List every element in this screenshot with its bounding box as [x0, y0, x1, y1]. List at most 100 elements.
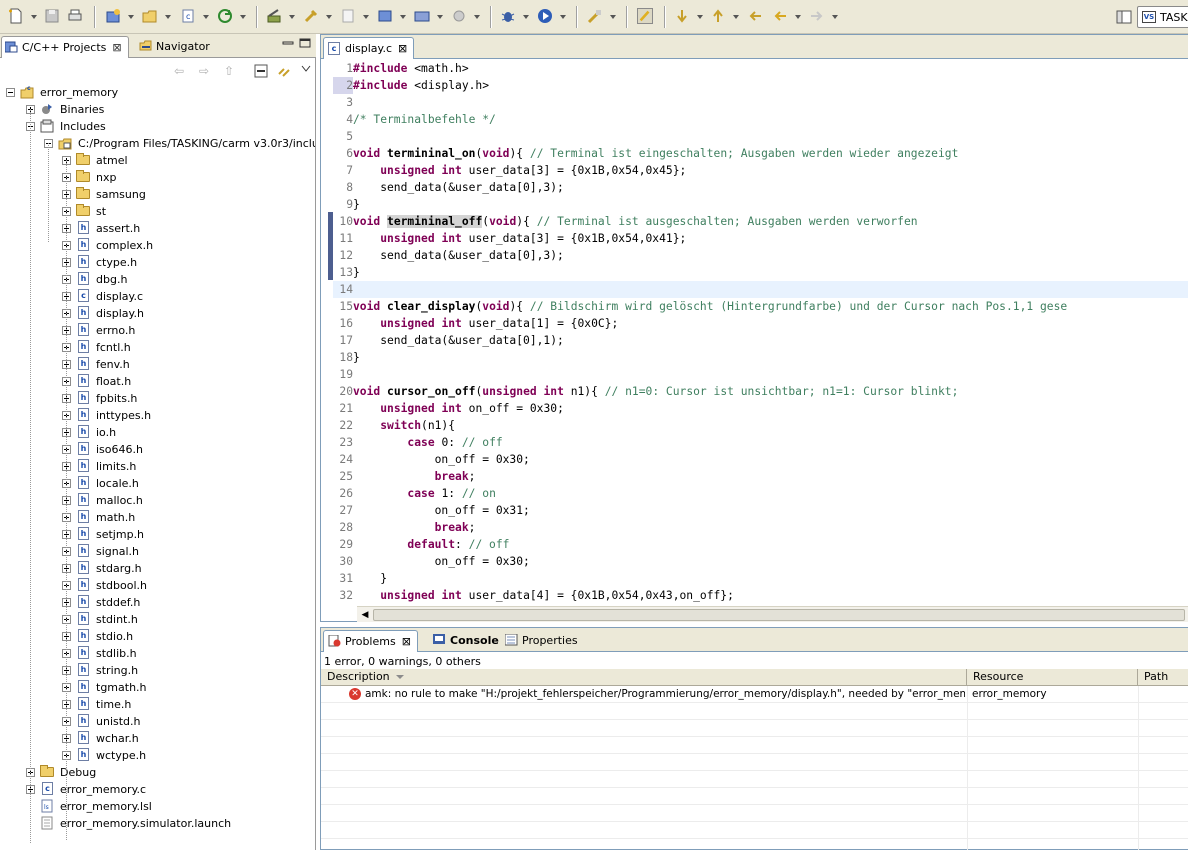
tree-item[interactable]: h stdio.h — [0, 628, 315, 645]
scroll-thumb[interactable] — [373, 609, 1185, 621]
tree-item[interactable]: c error_memory.c — [0, 781, 315, 798]
code-line[interactable]: 19 — [333, 366, 1188, 383]
tree-item[interactable]: Debug — [0, 764, 315, 781]
new-project-dropdown[interactable] — [128, 15, 134, 19]
tree-item[interactable]: h stdarg.h — [0, 560, 315, 577]
problem-row[interactable] — [321, 754, 1188, 771]
new-icon[interactable] — [8, 8, 24, 24]
new-dropdown-arrow[interactable] — [31, 15, 37, 19]
open-perspective-icon[interactable] — [1116, 9, 1132, 25]
view-menu-icon[interactable] — [299, 62, 313, 76]
tree-item[interactable]: c display.c — [0, 288, 315, 305]
close-tab-icon[interactable]: ⊠ — [112, 41, 121, 54]
code-line[interactable]: 30 on_off = 0x30; — [333, 553, 1188, 570]
tab-console[interactable]: Console — [429, 630, 505, 652]
problem-row[interactable] — [321, 822, 1188, 839]
new-c-file-icon[interactable]: c — [180, 8, 196, 24]
open-element-dropdown[interactable] — [437, 15, 443, 19]
code-line[interactable]: 5 — [333, 128, 1188, 145]
code-line[interactable]: 23 case 0: // off — [333, 434, 1188, 451]
run-icon[interactable] — [537, 8, 553, 24]
open-type-icon[interactable] — [377, 8, 393, 24]
tree-item[interactable]: h malloc.h — [0, 492, 315, 509]
code-line[interactable]: 27 on_off = 0x31; — [333, 502, 1188, 519]
forward-dropdown[interactable] — [832, 15, 838, 19]
code-line[interactable]: 4/* Terminalbefehle */ — [333, 111, 1188, 128]
tree-item[interactable]: h fenv.h — [0, 356, 315, 373]
external-tools-icon[interactable] — [587, 8, 603, 24]
forward-nav-icon[interactable]: ⇨ — [197, 64, 211, 78]
code-line[interactable]: 12 send_data(&user_data[0],3); — [333, 247, 1188, 264]
tree-item[interactable]: h dbg.h — [0, 271, 315, 288]
next-annotation-icon[interactable] — [674, 8, 690, 24]
column-header-description[interactable]: Description — [321, 669, 967, 686]
collapse-all-icon[interactable] — [254, 64, 268, 78]
tree-item[interactable]: h inttypes.h — [0, 407, 315, 424]
preview-dropdown[interactable] — [363, 15, 369, 19]
code-line[interactable]: 13} — [333, 264, 1188, 281]
code-line[interactable]: 25 break; — [333, 468, 1188, 485]
code-line[interactable]: 10void termininal_off(void){ // Terminal… — [333, 213, 1188, 230]
tree-item[interactable]: h math.h — [0, 509, 315, 526]
code-line[interactable]: 16 unsigned int user_data[1] = {0x0C}; — [333, 315, 1188, 332]
tree-item[interactable]: h fpbits.h — [0, 390, 315, 407]
settings-dropdown[interactable] — [474, 15, 480, 19]
tree-item[interactable]: h float.h — [0, 373, 315, 390]
maximize-icon[interactable] — [299, 38, 311, 48]
tools-icon[interactable] — [303, 8, 319, 24]
problem-row[interactable]: ✕ amk: no rule to make "H:/projekt_fehler… — [321, 686, 1188, 703]
code-line[interactable]: 20void cursor_on_off(unsigned int n1){ /… — [333, 383, 1188, 400]
tree-item[interactable]: h stdint.h — [0, 611, 315, 628]
tree-item[interactable]: h wctype.h — [0, 747, 315, 764]
tree-item[interactable]: h setjmp.h — [0, 526, 315, 543]
tree-item[interactable]: h limits.h — [0, 458, 315, 475]
code-line[interactable]: 28 break; — [333, 519, 1188, 536]
close-editor-tab-icon[interactable]: ⊠ — [398, 42, 407, 55]
scroll-left-icon[interactable]: ◀ — [358, 609, 372, 621]
new-file-dropdown[interactable] — [203, 15, 209, 19]
horizontal-scrollbar[interactable]: ◀ — [357, 606, 1188, 622]
tree-item[interactable]: h stdbool.h — [0, 577, 315, 594]
tree-item[interactable]: h string.h — [0, 662, 315, 679]
forward-icon[interactable] — [809, 8, 825, 24]
code-line[interactable]: 9} — [333, 196, 1188, 213]
tree-item[interactable]: h ctype.h — [0, 254, 315, 271]
tree-item[interactable]: h tgmath.h — [0, 679, 315, 696]
tab-problems[interactable]: Problems ⊠ — [323, 630, 418, 652]
tree-item[interactable]: h errno.h — [0, 322, 315, 339]
code-line[interactable]: 11 unsigned int user_data[3] = {0x1B,0x5… — [333, 230, 1188, 247]
refresh-dropdown[interactable] — [240, 15, 246, 19]
tree-item[interactable]: h iso646.h — [0, 441, 315, 458]
settings-icon[interactable] — [451, 8, 467, 24]
up-nav-icon[interactable]: ⇧ — [222, 64, 236, 78]
new-c-project-icon[interactable] — [105, 8, 121, 24]
problem-row[interactable] — [321, 737, 1188, 754]
code-line[interactable]: 32 unsigned int user_data[4] = {0x1B,0x5… — [333, 587, 1188, 604]
problem-row[interactable] — [321, 788, 1188, 805]
column-header-resource[interactable]: Resource — [967, 669, 1138, 686]
code-line[interactable]: 21 unsigned int on_off = 0x30; — [333, 400, 1188, 417]
code-line[interactable]: 24 on_off = 0x30; — [333, 451, 1188, 468]
tree-item[interactable]: h unistd.h — [0, 713, 315, 730]
refresh-icon[interactable] — [217, 8, 233, 24]
tab-navigator[interactable]: Navigator — [136, 36, 216, 58]
code-line[interactable]: 29 default: // off — [333, 536, 1188, 553]
back-dropdown[interactable] — [795, 15, 801, 19]
tree-item[interactable]: Includes — [0, 118, 315, 135]
debug-icon[interactable] — [500, 8, 516, 24]
tab-properties[interactable]: Properties — [501, 630, 584, 652]
save-icon[interactable] — [44, 8, 60, 24]
code-line[interactable]: 2#include <display.h> — [333, 77, 1188, 94]
back-icon[interactable] — [772, 8, 788, 24]
collapse-icon[interactable] — [6, 88, 15, 97]
external-tools-dropdown[interactable] — [610, 15, 616, 19]
print-icon[interactable] — [67, 8, 83, 24]
code-line[interactable]: 6void termininal_on(void){ // Terminal i… — [333, 145, 1188, 162]
new-folder-dropdown[interactable] — [165, 15, 171, 19]
code-line[interactable]: 1#include <math.h> — [333, 60, 1188, 77]
code-line[interactable]: 8 send_data(&user_data[0],3); — [333, 179, 1188, 196]
code-line[interactable]: 22 switch(n1){ — [333, 417, 1188, 434]
close-problems-tab-icon[interactable]: ⊠ — [402, 635, 411, 648]
tree-item[interactable]: ls error_memory.lsl — [0, 798, 315, 815]
code-line[interactable]: 14 — [333, 281, 1188, 298]
